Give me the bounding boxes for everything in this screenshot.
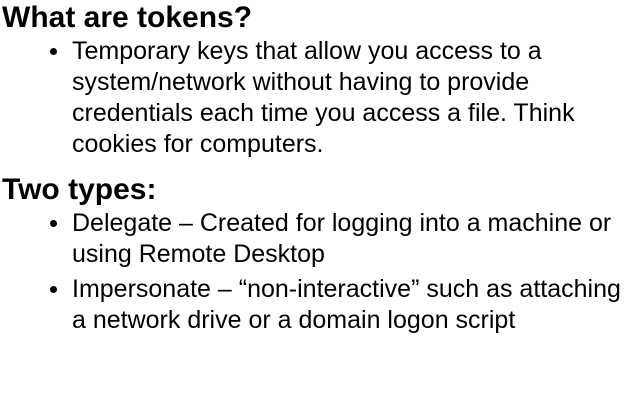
bullet-dot-icon bbox=[50, 48, 57, 55]
bullet-list-tokens: Temporary keys that allow you access to … bbox=[0, 36, 625, 160]
bullet-text: Temporary keys that allow you access to … bbox=[72, 37, 575, 158]
bullet-text: Delegate – Created for logging into a ma… bbox=[72, 209, 612, 268]
bullet-item: Impersonate – “non-interactive” such as … bbox=[0, 274, 625, 336]
bullet-dot-icon bbox=[50, 286, 57, 293]
section-heading-types: Two types: bbox=[2, 173, 157, 206]
bullet-item: Temporary keys that allow you access to … bbox=[0, 36, 625, 160]
bullet-item: Delegate – Created for logging into a ma… bbox=[0, 208, 625, 270]
bullet-list-types: Delegate – Created for logging into a ma… bbox=[0, 208, 625, 336]
section-heading-tokens: What are tokens? bbox=[2, 1, 253, 34]
slide: What are tokens? Temporary keys that all… bbox=[0, 0, 625, 418]
bullet-text: Impersonate – “non-interactive” such as … bbox=[72, 275, 621, 334]
bullet-dot-icon bbox=[50, 220, 57, 227]
